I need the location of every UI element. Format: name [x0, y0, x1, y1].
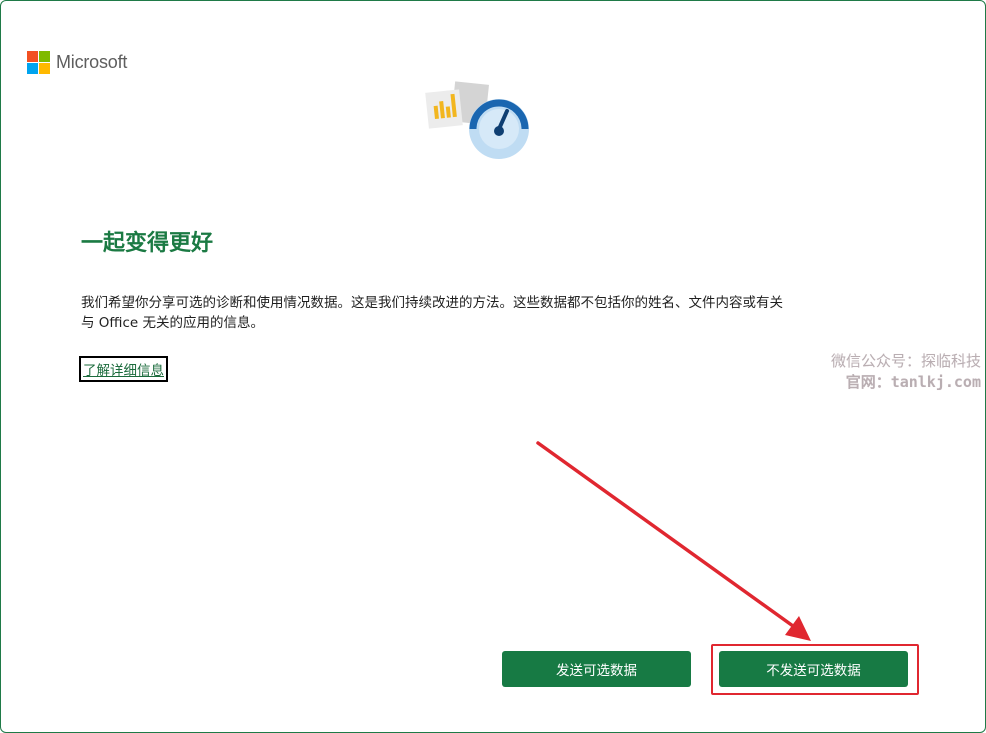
brand-name: Microsoft [56, 52, 128, 72]
privacy-dialog-window: Microsoft 一起变得更好 我们希望你分享可选的诊断和使用情况数据。这是我… [0, 0, 986, 733]
privacy-description: 我们希望你分享可选的诊断和使用情况数据。这是我们持续改进的方法。这些数据都不包括… [81, 293, 881, 333]
microsoft-brand: Microsoft [27, 51, 127, 74]
page-title: 一起变得更好 [81, 231, 214, 256]
description-line-2: 与 Office 无关的应用的信息。 [81, 315, 264, 331]
diagnostics-illustration [425, 81, 529, 159]
learn-more-link[interactable]: 了解详细信息 [79, 356, 168, 382]
speedometer-gauge-icon [469, 99, 529, 159]
microsoft-logo-icon [27, 51, 50, 74]
watermark-line-2: 官网：tanlkj.com [845, 373, 981, 391]
dont-send-optional-data-button[interactable]: 不发送可选数据 [719, 651, 908, 687]
watermark-line-1: 微信公众号：探临科技 [830, 352, 981, 370]
description-line-1: 我们希望你分享可选的诊断和使用情况数据。这是我们持续改进的方法。这些数据都不包括… [81, 295, 783, 311]
watermark: 微信公众号：探临科技 官网：tanlkj.com [831, 351, 981, 393]
send-optional-data-button[interactable]: 发送可选数据 [502, 651, 691, 687]
